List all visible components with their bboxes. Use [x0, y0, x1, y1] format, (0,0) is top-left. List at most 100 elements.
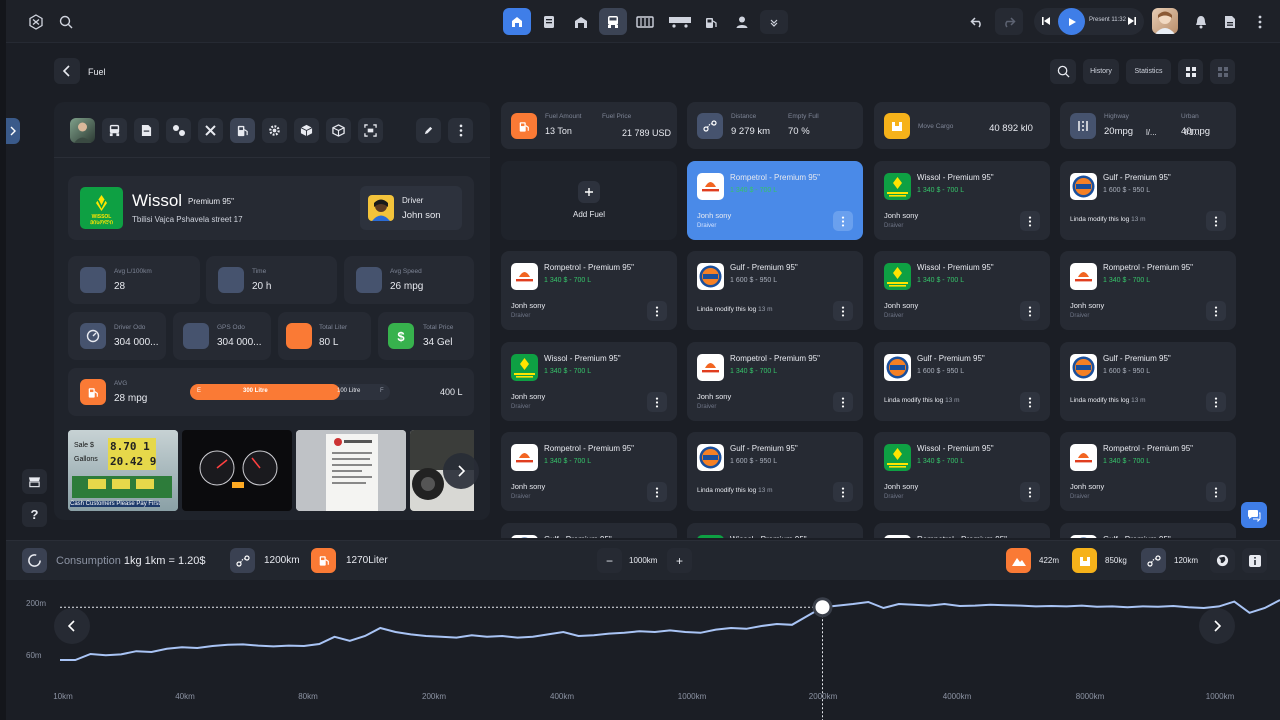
chat-button[interactable]	[1241, 502, 1267, 528]
list-view-button[interactable]	[1210, 59, 1235, 84]
photo-dashboard[interactable]	[182, 430, 292, 511]
fuel-log-tile[interactable]: Rompetrol - Premium 95" 1 340 $ - 700 L Jo…	[1060, 432, 1236, 511]
globe-button[interactable]	[1210, 548, 1235, 573]
tile-menu-button[interactable]	[833, 301, 853, 321]
garage-icon[interactable]	[567, 8, 595, 35]
search-button[interactable]	[1050, 59, 1076, 84]
back-button[interactable]	[54, 58, 80, 84]
fuel-log-tile[interactable]: Wissol - Premium 95" 1 340 $ - 700 L Jonh …	[874, 161, 1050, 240]
store-button[interactable]	[22, 469, 47, 494]
more-button[interactable]	[448, 118, 473, 143]
menu-dots-icon	[1028, 215, 1032, 227]
tile-menu-button[interactable]	[1020, 392, 1040, 412]
tile-menu-button[interactable]	[1206, 211, 1226, 231]
chart-next-button[interactable]	[1199, 608, 1235, 644]
chart-prev-button[interactable]	[54, 608, 90, 644]
photo-receipt[interactable]	[296, 430, 406, 511]
search-icon[interactable]	[52, 8, 80, 35]
statistics-button[interactable]: Statistics	[1126, 59, 1171, 84]
fuel-log-tile[interactable]: Gulf - Premium 95" 1 600 $ - 950 L Linda m…	[1060, 161, 1236, 240]
dashboard-icon[interactable]	[503, 8, 531, 35]
tile-person: Jonh sony	[511, 301, 546, 310]
tile-menu-button[interactable]	[1206, 392, 1226, 412]
zoom-out-button[interactable]: −	[597, 548, 622, 573]
move-cargo-stat: Move Cargo 40 892 kl0	[874, 102, 1050, 149]
file-icon[interactable]	[1216, 8, 1244, 35]
fuel-log-tile[interactable]: Gulf - Premium 95" 1 600 $ - 950 L Linda m…	[874, 342, 1050, 421]
scan-tool[interactable]	[358, 118, 383, 143]
fuel-log-tile[interactable]: Wissol - Premium 95" 1 340 $ - 700 L Jonh …	[874, 432, 1050, 511]
fuel-tool[interactable]	[230, 118, 255, 143]
fuel-log-tile[interactable]: Gulf - Premium 95" 1 600 $ - 950 L Linda m…	[1060, 342, 1236, 421]
settings-tool[interactable]	[262, 118, 287, 143]
fuel-pump-icon	[311, 548, 336, 573]
skip-forward-icon[interactable]	[1127, 16, 1137, 26]
bell-icon[interactable]	[1187, 8, 1215, 35]
add-fuel-button[interactable]: Add Fuel	[501, 161, 677, 240]
tile-title: Gulf - Premium 95"	[730, 444, 798, 453]
history-button[interactable]: History	[1083, 59, 1119, 84]
photos-next-button[interactable]	[443, 453, 479, 489]
document-tool[interactable]	[134, 118, 159, 143]
truck-front-icon[interactable]	[599, 8, 627, 35]
tile-menu-button[interactable]	[647, 482, 667, 502]
tile-title: Gulf - Premium 95"	[1103, 354, 1171, 363]
station-logo-icon	[511, 354, 538, 381]
tile-menu-button[interactable]	[647, 392, 667, 412]
fuel-log-tile[interactable]: Rompetrol - Premium 95" 1 340 $ - 700 L Jo…	[687, 342, 863, 421]
fuel-detail-panel: WISSOL ᲕᲘᲡᲝᲚᲘ Wissol Premium 95" Tbilisi…	[54, 102, 490, 520]
fuel-log-tile[interactable]: Gulf - Premium 95" 1 600 $ - 950 L Linda m…	[687, 251, 863, 330]
fuel-log-tile[interactable]: Gulf - Premium 95"	[501, 523, 677, 538]
fuel-log-tile[interactable]: Rompetrol - Premium 95" 1 340 $ - 700 L Jo…	[501, 251, 677, 330]
driver-chip[interactable]: Driver John son	[360, 186, 462, 230]
user-icon[interactable]	[728, 8, 756, 35]
more-chevron-icon[interactable]	[760, 10, 788, 34]
fuel-log-tile[interactable]: Wissol - Premium 95" 1 340 $ - 700 L Jonh …	[874, 251, 1050, 330]
tile-menu-button[interactable]	[833, 211, 853, 231]
tile-menu-button[interactable]	[1206, 482, 1226, 502]
tile-menu-button[interactable]	[1020, 482, 1040, 502]
cargo-tool[interactable]	[294, 118, 319, 143]
fuel-log-tile[interactable]: Gulf - Premium 95" 1 600 $ - 950 L Linda m…	[687, 432, 863, 511]
skip-back-icon[interactable]	[1041, 16, 1051, 26]
play-button[interactable]	[1058, 8, 1085, 35]
menu-dots-icon[interactable]	[1246, 8, 1274, 35]
container-icon[interactable]	[631, 8, 659, 35]
driver-avatar-tool[interactable]	[70, 118, 95, 143]
menu-dots-icon	[1028, 305, 1032, 317]
tile-menu-button[interactable]	[1206, 301, 1226, 321]
help-button[interactable]: ?	[22, 502, 47, 527]
logo-icon[interactable]	[22, 8, 50, 35]
tile-menu-button[interactable]	[833, 482, 853, 502]
tile-menu-button[interactable]	[647, 301, 667, 321]
redo-icon[interactable]	[995, 8, 1023, 35]
grid-view-button[interactable]	[1178, 59, 1203, 84]
fuel-log-tile[interactable]: Rompetrol - Premium 95" 1 340 $ - 700 L Jo…	[687, 161, 863, 240]
expand-sidebar-button[interactable]	[6, 118, 20, 144]
photo-gas-price[interactable]: Sale $ Gallons 8.70 1 20.42 9 Cash Custo…	[68, 430, 178, 511]
tile-title: Gulf - Premium 95"	[1103, 173, 1171, 182]
repair-tool[interactable]	[198, 118, 223, 143]
marker-handle[interactable]	[815, 600, 830, 615]
document-icon[interactable]	[535, 8, 563, 35]
tile-menu-button[interactable]	[1020, 301, 1040, 321]
route-tool[interactable]	[166, 118, 191, 143]
truck-tool[interactable]	[102, 118, 127, 143]
fuel-log-tile[interactable]: Gulf - Premium 95"	[1060, 523, 1236, 538]
edit-button[interactable]	[416, 118, 441, 143]
fuel-log-tile[interactable]: Wissol - Premium 95" 1 340 $ - 700 L Jonh …	[501, 342, 677, 421]
tile-menu-button[interactable]	[833, 392, 853, 412]
fuel-log-tile[interactable]: Rompetrol - Premium 95" 1 340 $ - 700 L Jo…	[501, 432, 677, 511]
trailer-icon[interactable]	[663, 8, 697, 35]
info-button[interactable]	[1242, 548, 1267, 573]
package-tool[interactable]	[326, 118, 351, 143]
chevron-left-icon	[68, 620, 75, 632]
zoom-in-button[interactable]: +	[667, 548, 692, 573]
fuel-log-tile[interactable]: Rompetrol - Premium 95"	[874, 523, 1050, 538]
fuel-log-tile[interactable]: Rompetrol - Premium 95" 1 340 $ - 700 L Jo…	[1060, 251, 1236, 330]
fuel-pump-icon[interactable]	[697, 8, 725, 35]
tile-menu-button[interactable]	[1020, 211, 1040, 231]
fuel-log-tile[interactable]: Wissol - Premium 95"	[687, 523, 863, 538]
user-avatar[interactable]	[1152, 8, 1178, 34]
undo-icon[interactable]	[963, 8, 991, 35]
